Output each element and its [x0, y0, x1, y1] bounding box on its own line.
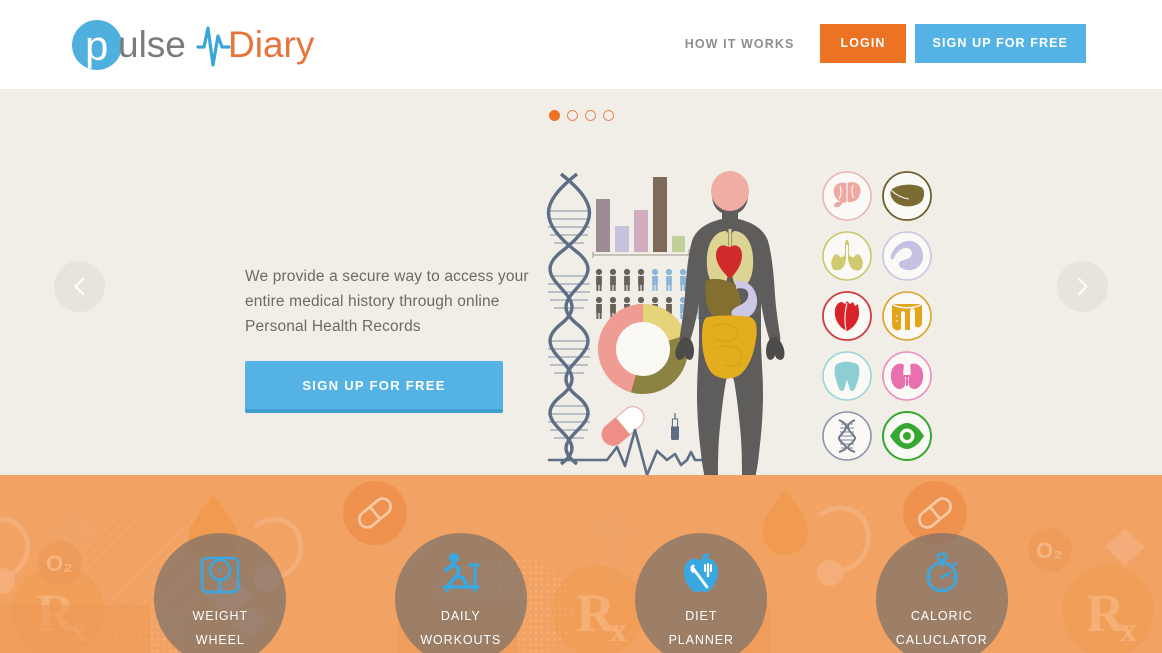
feature-label-line2: CALUCLATOR — [895, 633, 988, 647]
landing-page: p ulse Diary HOW IT WORKS LOGIN SIGN UP … — [0, 0, 1162, 653]
carousel-dots — [0, 110, 1162, 121]
stopwatch-icon — [920, 551, 964, 595]
feature-weight-wheel[interactable]: WEIGHT WHEEL — [154, 533, 287, 653]
features-band: R x R x R x O₂ — [0, 475, 1162, 653]
feature-label-line1: DIET — [685, 609, 718, 623]
feature-list: WEIGHT WHEEL DAILY WORKOUTS DIET PLANNER… — [0, 475, 1162, 653]
hero-carousel: We provide a secure way to access your e… — [0, 89, 1162, 475]
organ-circle-eye — [882, 411, 932, 461]
dna-helix-graphic — [547, 172, 591, 466]
treadmill-icon — [437, 551, 485, 595]
organ-circle-liver — [882, 171, 932, 221]
carousel-dot-2[interactable] — [566, 110, 578, 121]
hero-signup-button[interactable]: SIGN UP FOR FREE — [245, 361, 503, 413]
login-button[interactable]: LOGIN — [820, 24, 906, 63]
feature-label-caloric-calculator: CALORIC CALUCLATOR — [896, 604, 988, 652]
hero-illustration — [535, 164, 955, 475]
organ-circle-heart — [822, 291, 872, 341]
feature-label-line2: WORKOUTS — [420, 633, 502, 647]
feature-label-line1: CALORIC — [910, 609, 973, 623]
site-header: p ulse Diary HOW IT WORKS LOGIN SIGN UP … — [0, 0, 1162, 89]
feature-label-diet-planner: DIET PLANNER — [669, 604, 734, 652]
organ-circle-lungs — [822, 231, 872, 281]
feature-diet-planner[interactable]: DIET PLANNER — [635, 533, 768, 653]
carousel-dot-4[interactable] — [602, 110, 614, 121]
carousel-dot-1[interactable] — [548, 110, 560, 121]
logo-icon: p ulse Diary — [72, 20, 315, 70]
bar-chart-graphic — [592, 177, 690, 258]
feature-label-line2: PLANNER — [668, 633, 734, 647]
signup-button-header[interactable]: SIGN UP FOR FREE — [914, 24, 1086, 63]
svg-text:p: p — [85, 22, 108, 69]
organ-circle-stomach — [882, 231, 932, 281]
feature-caloric-calculator[interactable]: CALORIC CALUCLATOR — [875, 533, 1008, 653]
hero-description: We provide a secure way to access your e… — [245, 268, 529, 335]
organ-circle-dna — [822, 411, 872, 461]
feature-label-line1: DAILY — [440, 609, 481, 623]
feature-label-daily-workouts: DAILY WORKOUTS — [420, 604, 501, 652]
carousel-next-button[interactable] — [1057, 261, 1108, 312]
organ-circle-kidneys — [882, 351, 932, 401]
svg-text:Diary: Diary — [228, 24, 315, 65]
feature-daily-workouts[interactable]: DAILY WORKOUTS — [394, 533, 527, 653]
logo-pulsediary[interactable]: p ulse Diary — [72, 17, 332, 73]
nav-how-it-works[interactable]: HOW IT WORKS — [685, 37, 795, 51]
feature-label-weight-wheel: WEIGHT WHEEL — [193, 604, 248, 652]
feature-label-line2: WHEEL — [195, 633, 245, 647]
chevron-left-icon — [74, 277, 85, 296]
organ-circle-tooth — [822, 351, 872, 401]
organ-circle-brain — [822, 171, 872, 221]
hero-copy: We provide a secure way to access your e… — [245, 264, 545, 413]
organ-circle-intestines — [882, 291, 932, 341]
main-navigation: HOW IT WORKS LOGIN SIGN UP FOR FREE — [685, 24, 1086, 63]
human-body-graphic — [675, 171, 785, 475]
svg-text:ulse: ulse — [118, 24, 186, 65]
feature-label-line1: WEIGHT — [192, 609, 248, 623]
carousel-dot-3[interactable] — [584, 110, 596, 121]
organ-circle-grid — [822, 171, 932, 461]
carousel-prev-button[interactable] — [54, 261, 105, 312]
apple-cutlery-icon — [679, 551, 723, 595]
medical-infographic-svg — [547, 171, 932, 475]
donut-chart-graphic — [598, 304, 689, 395]
weight-scale-icon — [198, 551, 242, 595]
chevron-right-icon — [1077, 277, 1088, 296]
